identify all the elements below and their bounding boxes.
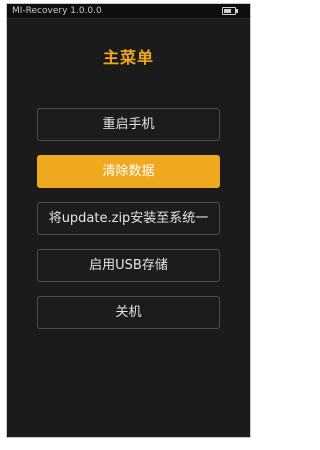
menu-item-wipe-data[interactable]: 清除数据	[37, 155, 220, 188]
main-menu: 重启手机 清除数据 将update.zip安装至系统一 启用USB存储 关机	[37, 108, 220, 343]
menu-item-install-update[interactable]: 将update.zip安装至系统一	[37, 202, 220, 235]
menu-item-power-off[interactable]: 关机	[37, 296, 220, 329]
recovery-screen: MI-Recovery 1.0.0.0 主菜单 重启手机 清除数据 将updat…	[6, 3, 251, 438]
menu-item-reboot[interactable]: 重启手机	[37, 108, 220, 141]
menu-item-enable-usb-storage[interactable]: 启用USB存储	[37, 249, 220, 282]
main-menu-title: 主菜单	[102, 48, 154, 67]
battery-icon	[222, 7, 238, 15]
status-bar: MI-Recovery 1.0.0.0	[7, 4, 250, 19]
status-bar-title: MI-Recovery 1.0.0.0	[12, 6, 102, 16]
